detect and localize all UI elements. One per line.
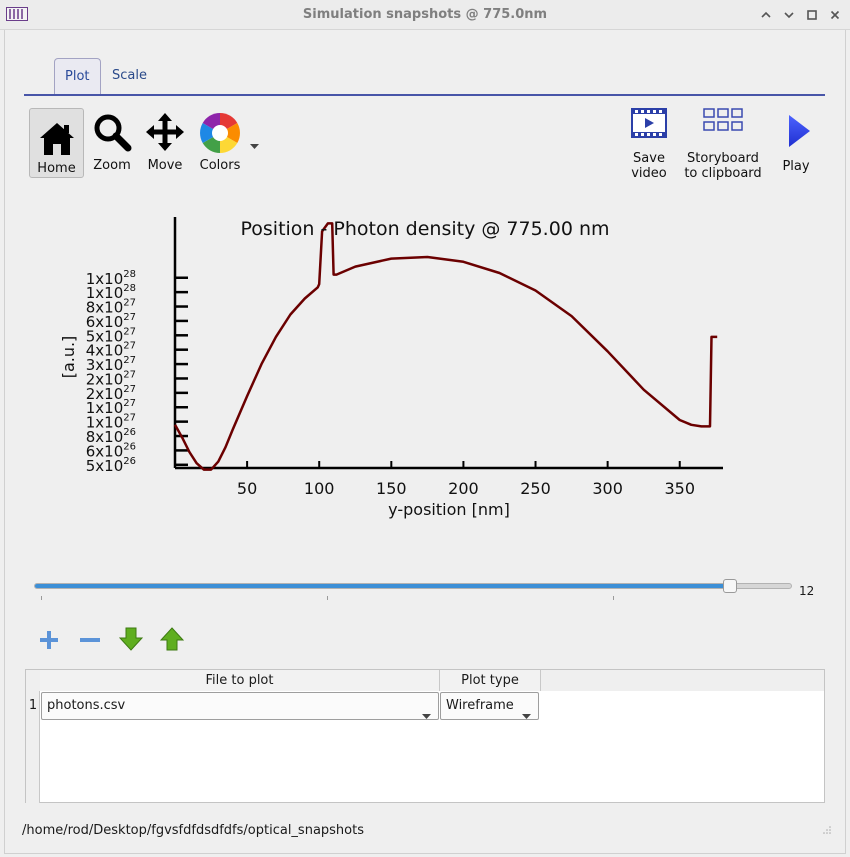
snapshot-slider-track[interactable]	[34, 583, 792, 589]
minus-icon	[80, 638, 100, 642]
home-label: Home	[37, 161, 76, 176]
x-tick-label: 100	[304, 479, 335, 498]
x-tick-label: 250	[520, 479, 551, 498]
tab-scale[interactable]: Scale	[102, 58, 157, 94]
color-wheel-icon	[200, 113, 240, 153]
table-header: File to plot Plot type	[26, 670, 824, 691]
move-button[interactable]: Move	[143, 112, 187, 173]
play-button[interactable]: Play	[776, 113, 816, 174]
slider-tick	[327, 596, 328, 600]
maximize-button[interactable]	[803, 6, 821, 24]
chevron-up-icon	[761, 11, 771, 18]
x-tick-label: 150	[376, 479, 407, 498]
maximize-icon	[807, 10, 817, 20]
plot-type-select[interactable]: Wireframe	[440, 692, 539, 720]
x-tick-label: 300	[592, 479, 623, 498]
play-label: Play	[782, 159, 810, 174]
snapshot-slider-handle[interactable]	[722, 579, 737, 593]
y-axis-label: [a.u.]	[59, 336, 78, 379]
save-video-label-line2: video	[631, 166, 667, 181]
triangle-down-icon	[250, 144, 259, 149]
window-title: Simulation snapshots @ 775.0nm	[302, 7, 548, 22]
x-axis-label: y-position [nm]	[388, 500, 510, 519]
storyboard-icon	[703, 108, 743, 131]
chevron-down-icon	[522, 704, 531, 730]
play-icon	[789, 115, 810, 147]
slider-tick	[41, 596, 42, 600]
x-tick-label: 350	[664, 479, 695, 498]
remove-row-button[interactable]	[79, 627, 101, 651]
status-path: /home/rod/Desktop/fgvsfdfdsdfdfs/optical…	[22, 823, 364, 838]
close-icon	[830, 10, 840, 20]
series-line	[173, 222, 718, 471]
row-number[interactable]: 1	[26, 692, 40, 720]
zoom-label: Zoom	[93, 158, 131, 173]
magnifier-icon	[94, 114, 132, 152]
snapshot-slider-value: 12	[799, 584, 815, 598]
x-tick-label: 50	[237, 479, 257, 498]
chevron-down-icon	[784, 12, 794, 19]
move-arrows-icon	[146, 113, 184, 151]
file-select[interactable]: photons.csv	[41, 692, 439, 720]
move-label: Move	[147, 158, 183, 173]
save-video-label-line1: Save	[633, 151, 665, 166]
file-select-value: photons.csv	[47, 698, 126, 713]
close-button[interactable]	[826, 6, 844, 24]
title-bar: Simulation snapshots @ 775.0nm	[0, 0, 850, 30]
minimize-button[interactable]	[757, 6, 775, 24]
storyboard-label-line1: Storyboard	[687, 151, 759, 166]
plot-type-select-value: Wireframe	[446, 698, 514, 713]
add-row-button[interactable]	[38, 627, 60, 651]
storyboard-button[interactable]: Storyboard to clipboard	[680, 107, 766, 181]
slider-tick	[613, 596, 614, 600]
move-up-button[interactable]	[159, 627, 185, 651]
plus-icon	[40, 631, 58, 649]
home-icon	[39, 123, 74, 155]
film-icon	[631, 108, 667, 138]
zoom-button[interactable]: Zoom	[90, 112, 134, 173]
colors-dropdown-arrow[interactable]	[250, 139, 259, 154]
plot-area[interactable]: 50 100 150 200 250 300 350 5x1026 6x1026 8x1026 1x…	[0, 190, 850, 530]
arrow-up-icon	[159, 627, 185, 651]
colors-button[interactable]: Colors	[196, 112, 244, 173]
column-header-plot-type[interactable]: Plot type	[440, 670, 541, 691]
chevron-down-icon	[422, 704, 431, 730]
colors-label: Colors	[199, 158, 241, 173]
column-header-file[interactable]: File to plot	[40, 670, 440, 691]
resize-grip-icon[interactable]	[822, 824, 832, 839]
save-video-button[interactable]: Save video	[624, 107, 674, 181]
files-table: File to plot Plot type 1 photons.csv Wir…	[25, 669, 825, 803]
snapshot-slider-fill	[35, 584, 731, 588]
arrow-down-icon	[118, 627, 144, 651]
tab-underline	[24, 94, 825, 96]
restore-button[interactable]	[780, 6, 798, 24]
tab-plot[interactable]: Plot	[54, 58, 101, 94]
storyboard-label-line2: to clipboard	[684, 166, 762, 181]
x-tick-label: 200	[448, 479, 479, 498]
photon-density-chart: 50 100 150 200 250 300 3505x10266x10268x10261x…	[59, 217, 723, 519]
move-down-button[interactable]	[118, 627, 144, 651]
home-button[interactable]: Home	[29, 108, 84, 178]
chart-title: Position - Photon density @ 775.00 nm	[240, 218, 609, 240]
